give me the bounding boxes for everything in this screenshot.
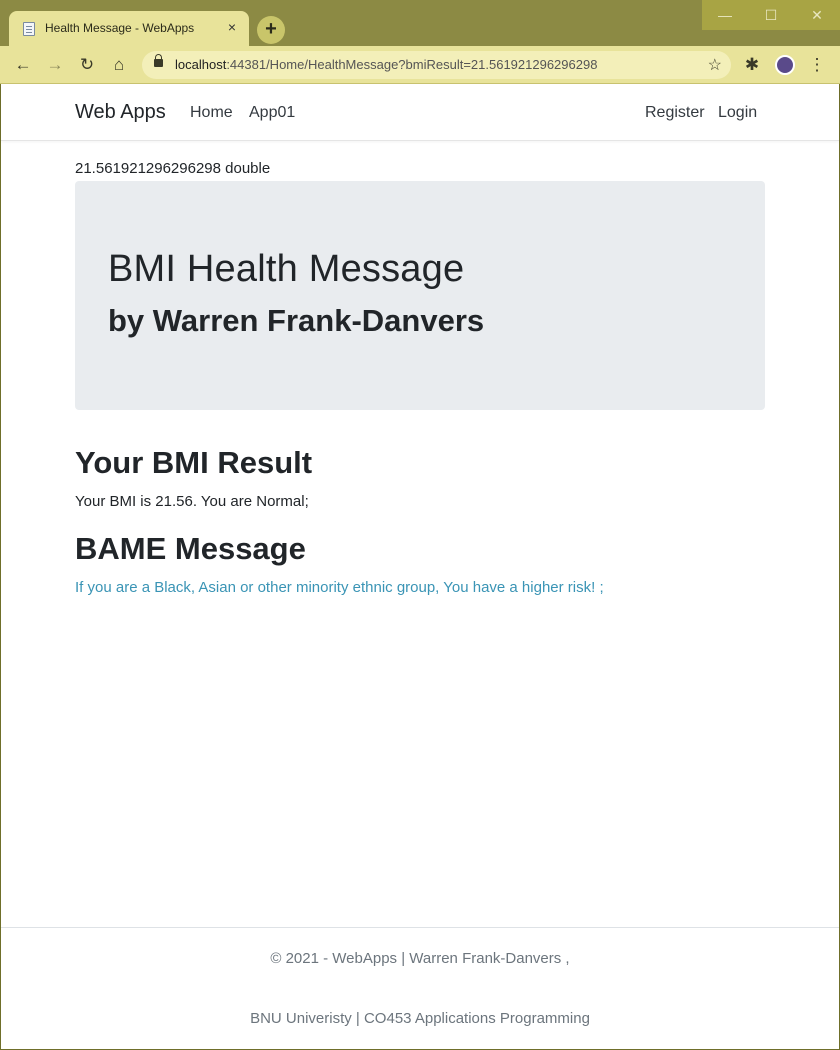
url-path: :44381/Home/HealthMessage?bmiResult=21.5… — [226, 57, 598, 72]
tab-title: Health Message - WebApps — [45, 21, 195, 35]
site-navbar: Web Apps Home App01 Register Login — [1, 84, 839, 141]
menu-icon[interactable]: ⋮ — [805, 53, 829, 77]
url-host: localhost — [175, 57, 227, 72]
bame-heading: BAME Message — [75, 531, 306, 566]
url-text[interactable]: localhost:44381/Home/HealthMessage?bmiRe… — [175, 57, 597, 72]
bookmark-star-icon[interactable]: ☆ — [708, 55, 722, 75]
brand-link[interactable]: Web Apps — [75, 101, 166, 124]
site-footer: © 2021 - WebApps | Warren Frank-Danvers … — [1, 927, 839, 1048]
jumbotron: BMI Health Message by Warren Frank-Danve… — [75, 181, 765, 410]
new-tab-button[interactable]: + — [257, 16, 285, 44]
web-page: Web Apps Home App01 Register Login 21.56… — [1, 84, 839, 1048]
close-window-button[interactable]: ✕ — [794, 0, 840, 30]
back-icon[interactable]: ← — [11, 53, 35, 77]
nav-login-link[interactable]: Login — [718, 104, 757, 122]
nav-register-link[interactable]: Register — [645, 104, 705, 122]
result-text: Your BMI is 21.56. You are Normal; — [75, 493, 309, 510]
maximize-button[interactable]: ☐ — [748, 0, 794, 30]
nav-app01-link[interactable]: App01 — [249, 104, 295, 122]
tab-close-icon[interactable]: × — [223, 18, 241, 36]
nav-home-link[interactable]: Home — [190, 104, 233, 122]
browser-tab[interactable]: Health Message - WebApps × — [9, 11, 249, 47]
address-bar[interactable]: localhost:44381/Home/HealthMessage?bmiRe… — [142, 51, 731, 79]
footer-course: BNU Univeristy | CO453 Applications Prog… — [250, 1010, 590, 1027]
page-favicon-icon — [23, 22, 35, 36]
browser-toolbar: ← → ↻ ⌂ localhost:44381/Home/HealthMessa… — [0, 46, 840, 84]
window-controls: — ☐ ✕ — [702, 0, 840, 30]
page-title: BMI Health Message — [108, 248, 465, 290]
minimize-button[interactable]: — — [702, 0, 748, 30]
page-subtitle: by Warren Frank-Danvers — [108, 303, 485, 338]
lock-icon[interactable] — [154, 54, 163, 67]
extensions-icon[interactable]: ✱ — [740, 53, 764, 77]
result-heading: Your BMI Result — [75, 445, 313, 480]
profile-avatar[interactable] — [775, 55, 795, 75]
reload-icon[interactable]: ↻ — [75, 53, 99, 77]
browser-titlebar: Health Message - WebApps × + — ☐ ✕ — [0, 0, 840, 47]
footer-copyright: © 2021 - WebApps | Warren Frank-Danvers … — [270, 950, 570, 967]
forward-icon[interactable]: → — [43, 53, 67, 77]
home-icon[interactable]: ⌂ — [107, 53, 131, 77]
bame-message: If you are a Black, Asian or other minor… — [75, 579, 604, 596]
debug-value-text: 21.561921296296298 double — [75, 160, 271, 177]
